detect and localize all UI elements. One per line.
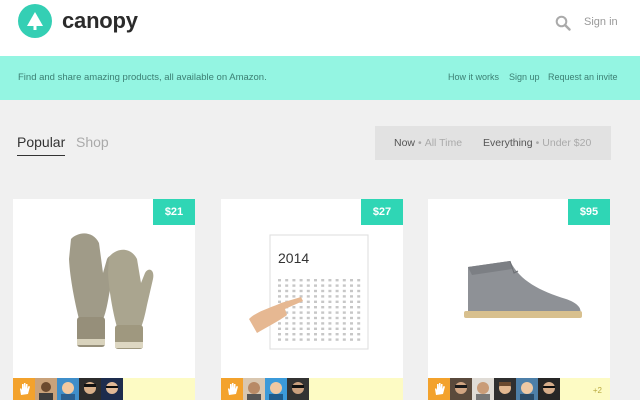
price-badge: $95: [568, 199, 610, 225]
avatar[interactable]: [450, 378, 472, 400]
avatar[interactable]: [57, 378, 79, 400]
card-footer: +2: [428, 378, 610, 400]
mittens-image: [69, 233, 154, 349]
tree-icon: [18, 4, 52, 38]
chukka-boot-image: [464, 260, 582, 318]
sign-in-link[interactable]: Sign in: [584, 16, 618, 28]
hand-icon[interactable]: [428, 378, 450, 400]
how-it-works-link[interactable]: How it works: [448, 72, 499, 82]
filter-now[interactable]: Now: [394, 137, 415, 149]
avatar[interactable]: [35, 378, 57, 400]
calendar-image: 2014: [249, 234, 369, 350]
tab-popular[interactable]: Popular: [17, 134, 66, 156]
time-filter[interactable]: Now • All Time: [394, 137, 462, 149]
product-card[interactable]: 2014 $27: [221, 199, 403, 400]
price-filter[interactable]: Everything • Under $20: [483, 137, 591, 149]
top-bar: canopy Sign in: [0, 0, 640, 56]
price-badge: $21: [153, 199, 195, 225]
avatar[interactable]: [79, 378, 101, 400]
logo[interactable]: canopy: [18, 4, 138, 38]
promo-banner: Find and share amazing products, all ava…: [0, 56, 640, 100]
filter-under-20[interactable]: Under $20: [542, 137, 591, 149]
product-card[interactable]: $95 +2: [428, 199, 610, 400]
avatar[interactable]: [265, 378, 287, 400]
avatar[interactable]: [243, 378, 265, 400]
hand-icon[interactable]: [13, 378, 35, 400]
filter-all-time[interactable]: All Time: [425, 137, 462, 149]
hand-icon[interactable]: [221, 378, 243, 400]
avatar[interactable]: [472, 378, 494, 400]
search-icon[interactable]: [555, 15, 571, 31]
filter-bar: Now • All Time Everything • Under $20: [375, 126, 611, 160]
sign-up-link[interactable]: Sign up: [509, 72, 540, 82]
avatar[interactable]: [538, 378, 560, 400]
product-card[interactable]: $21: [13, 199, 195, 400]
card-footer: [221, 378, 403, 400]
brand-name: canopy: [62, 8, 138, 33]
price-badge: $27: [361, 199, 403, 225]
avatar[interactable]: [101, 378, 123, 400]
tab-shop[interactable]: Shop: [76, 134, 109, 150]
avatar[interactable]: [287, 378, 309, 400]
svg-text:2014: 2014: [278, 250, 309, 266]
avatar[interactable]: [516, 378, 538, 400]
card-footer: [13, 378, 195, 400]
filter-everything[interactable]: Everything: [483, 137, 533, 149]
avatar[interactable]: [494, 378, 516, 400]
tagline: Find and share amazing products, all ava…: [18, 72, 267, 83]
extra-count[interactable]: +2: [593, 386, 602, 395]
request-invite-link[interactable]: Request an invite: [548, 72, 618, 82]
